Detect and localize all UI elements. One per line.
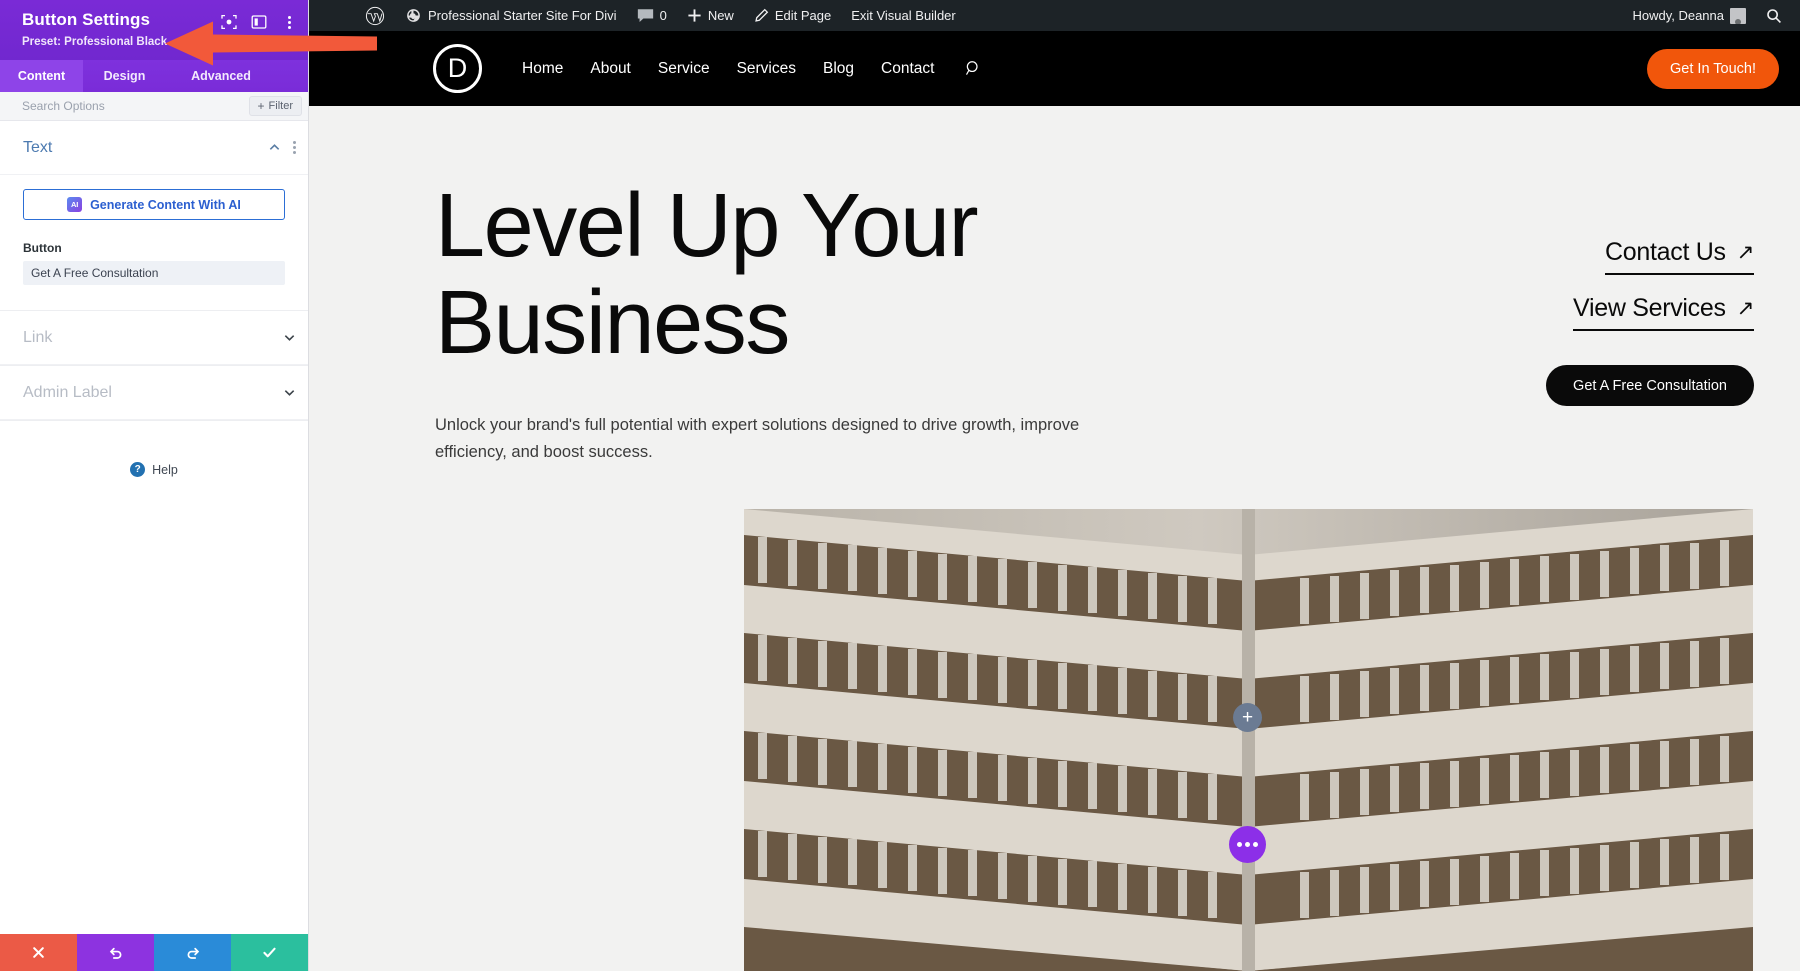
generate-content-with-ai-button[interactable]: AI Generate Content With AI: [23, 189, 285, 220]
site-logo-letter: D: [447, 53, 468, 83]
save-button[interactable]: [231, 934, 308, 971]
comments-count: 0: [659, 8, 667, 23]
site-name-menu[interactable]: Professional Starter Site For Divi: [395, 0, 627, 31]
tab-advanced[interactable]: Advanced: [166, 60, 276, 92]
cancel-button[interactable]: [0, 934, 77, 971]
page-title: Level Up Your Business: [435, 178, 1075, 372]
panel-more-icon[interactable]: [280, 13, 298, 31]
site-header: D Home About Service Services Blog Conta…: [309, 31, 1800, 106]
section-header-link[interactable]: Link: [0, 311, 308, 365]
comment-bubble-icon: [637, 8, 654, 24]
contact-us-link[interactable]: Contact Us ↗: [1605, 238, 1754, 275]
button-settings-panel: Button Settings Preset: Professional Bla…: [0, 0, 309, 971]
hero-subtitle: Unlock your brand's full potential with …: [435, 416, 1080, 461]
wp-logo-menu[interactable]: [355, 0, 395, 31]
add-module-button[interactable]: +: [1233, 703, 1262, 732]
section-header-text[interactable]: Text: [0, 121, 308, 175]
nav-item-about[interactable]: About: [590, 60, 631, 78]
chevron-down-icon: [171, 41, 180, 45]
comments-menu[interactable]: 0: [627, 0, 677, 31]
button-text-input[interactable]: [23, 261, 285, 285]
plus-icon: +: [1241, 707, 1254, 728]
edit-page-menu[interactable]: Edit Page: [744, 0, 841, 31]
button-field-label: Button: [23, 241, 62, 255]
chevron-down-icon[interactable]: [283, 331, 296, 344]
view-services-link[interactable]: View Services ↗: [1573, 294, 1754, 331]
site-preview-canvas: D Home About Service Services Blog Conta…: [309, 31, 1800, 971]
settings-panel-tabs: Content Design Advanced: [0, 60, 308, 92]
exit-visual-builder-label: Exit Visual Builder: [851, 8, 956, 23]
ai-icon: AI: [67, 197, 83, 212]
panel-layout-icon[interactable]: [250, 13, 268, 31]
wordpress-logo-icon: [365, 6, 385, 26]
site-name-label: Professional Starter Site For Divi: [428, 8, 617, 23]
search-options-bar: + Filter: [0, 92, 308, 121]
nav-item-services[interactable]: Services: [737, 60, 796, 78]
admin-bar-right-group: Howdy, Deanna: [1622, 0, 1800, 31]
exit-visual-builder-menu[interactable]: Exit Visual Builder: [841, 0, 966, 31]
generate-content-label: Generate Content With AI: [90, 197, 241, 212]
hero-section: Level Up Your Business Unlock your brand…: [309, 178, 1800, 466]
ellipsis-icon: [1237, 842, 1258, 847]
search-input[interactable]: [22, 99, 249, 113]
filter-label: Filter: [268, 100, 293, 112]
focus-target-icon[interactable]: [220, 13, 238, 31]
settings-panel-footer: [0, 934, 308, 971]
site-logo[interactable]: D: [433, 44, 482, 93]
plus-icon: +: [257, 99, 265, 113]
divider: [0, 420, 308, 421]
edit-page-label: Edit Page: [774, 8, 832, 23]
settings-panel-body: Text AI Generate Content With AI Button …: [0, 121, 308, 934]
tab-content[interactable]: Content: [0, 60, 83, 92]
new-label: New: [707, 8, 734, 23]
undo-button[interactable]: [77, 934, 154, 971]
filter-button[interactable]: + Filter: [248, 96, 302, 116]
nav-item-service[interactable]: Service: [658, 60, 710, 78]
help-label: Help: [152, 462, 178, 477]
dashboard-icon: [405, 7, 422, 24]
chevron-down-icon[interactable]: [283, 386, 296, 399]
chevron-up-icon[interactable]: [268, 141, 281, 154]
new-content-menu[interactable]: New: [677, 0, 744, 31]
preset-label: Preset: Professional Black: [22, 36, 168, 48]
admin-search-button[interactable]: [1756, 0, 1792, 31]
help-button[interactable]: ? Help: [0, 462, 308, 477]
nav-item-contact[interactable]: Contact: [881, 60, 934, 78]
section-header-admin-label[interactable]: Admin Label: [0, 366, 308, 420]
hero-title-line-2: Business: [435, 273, 790, 373]
preset-professional-black[interactable]: Preset: Professional Black: [22, 35, 180, 49]
tab-design[interactable]: Design: [83, 60, 166, 92]
nav-item-home[interactable]: Home: [522, 60, 563, 78]
section-more-icon[interactable]: [293, 141, 296, 154]
site-main-nav: Home About Service Services Blog Contact: [522, 60, 982, 78]
redo-button[interactable]: [154, 934, 231, 971]
section-title-link: Link: [23, 328, 53, 346]
help-icon: ?: [130, 462, 146, 477]
search-icon[interactable]: [961, 60, 982, 77]
plus-icon: [687, 8, 702, 23]
nav-item-blog[interactable]: Blog: [823, 60, 854, 78]
arrow-up-right-icon: ↗: [1736, 241, 1755, 264]
get-a-free-consultation-button[interactable]: Get A Free Consultation: [1546, 365, 1754, 406]
contact-us-label: Contact Us: [1605, 238, 1726, 266]
search-icon: [1766, 8, 1782, 24]
building-photo: [744, 509, 1753, 971]
settings-panel-header-actions: [220, 13, 298, 31]
my-account-menu[interactable]: Howdy, Deanna: [1622, 0, 1756, 31]
howdy-label: Howdy, Deanna: [1632, 8, 1724, 23]
get-in-touch-button[interactable]: Get In Touch!: [1647, 48, 1779, 89]
hero-actions: Contact Us ↗ View Services ↗ Get A Free …: [1546, 238, 1754, 406]
avatar: [1730, 7, 1746, 24]
hero-image[interactable]: [744, 509, 1753, 971]
module-actions-button[interactable]: [1229, 826, 1266, 863]
hero-title-line-1: Level Up Your: [435, 176, 979, 276]
settings-panel-header: Button Settings Preset: Professional Bla…: [0, 0, 308, 60]
section-title-admin-label: Admin Label: [23, 383, 112, 401]
pencil-icon: [754, 8, 769, 23]
view-services-label: View Services: [1573, 294, 1726, 322]
section-title-text: Text: [23, 138, 53, 156]
arrow-up-right-icon: ↗: [1736, 297, 1755, 320]
